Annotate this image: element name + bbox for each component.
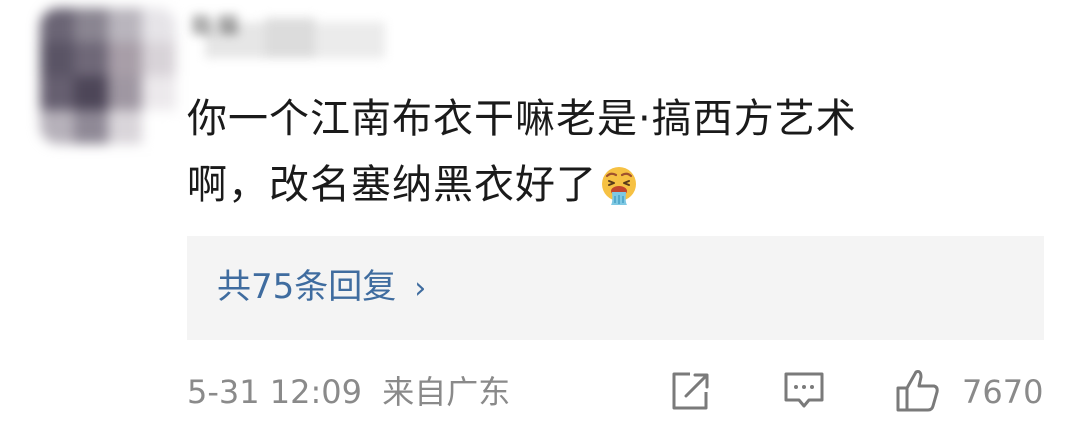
comment-line-2: 啊，改名塞纳黑衣好了 (187, 152, 1007, 218)
view-replies-link[interactable]: 共75条回复 › (217, 264, 426, 312)
vomiting-face-icon (602, 167, 636, 205)
comment-card: 能猫 你一个江南布衣干嘛老是·搞西方艺术 啊，改名塞纳黑衣好了 共75条回复 › … (0, 0, 1080, 434)
username[interactable]: 能猫 (185, 4, 395, 66)
comment-line-2-text: 啊，改名塞纳黑衣好了 (187, 162, 597, 208)
share-icon[interactable] (668, 366, 712, 414)
location: 来自广东 (382, 373, 511, 411)
comment-line-1: 你一个江南布衣干嘛老是·搞西方艺术 (187, 96, 857, 142)
chevron-right-icon: › (414, 271, 427, 306)
comment-meta: 5-31 12:09 来自广东 (187, 370, 510, 414)
username-text: 能猫 (191, 14, 244, 39)
like-count: 7670 (962, 373, 1044, 411)
thumbs-up-icon[interactable] (894, 366, 942, 416)
comment-text: 你一个江南布衣干嘛老是·搞西方艺术 啊，改名塞纳黑衣好了 (187, 86, 1007, 218)
comment-icon[interactable] (781, 366, 827, 414)
timestamp: 5-31 12:09 (187, 373, 363, 411)
avatar[interactable] (40, 8, 176, 144)
replies-panel[interactable]: 共75条回复 › (187, 236, 1044, 340)
replies-count-label: 共75条回复 (217, 267, 397, 307)
